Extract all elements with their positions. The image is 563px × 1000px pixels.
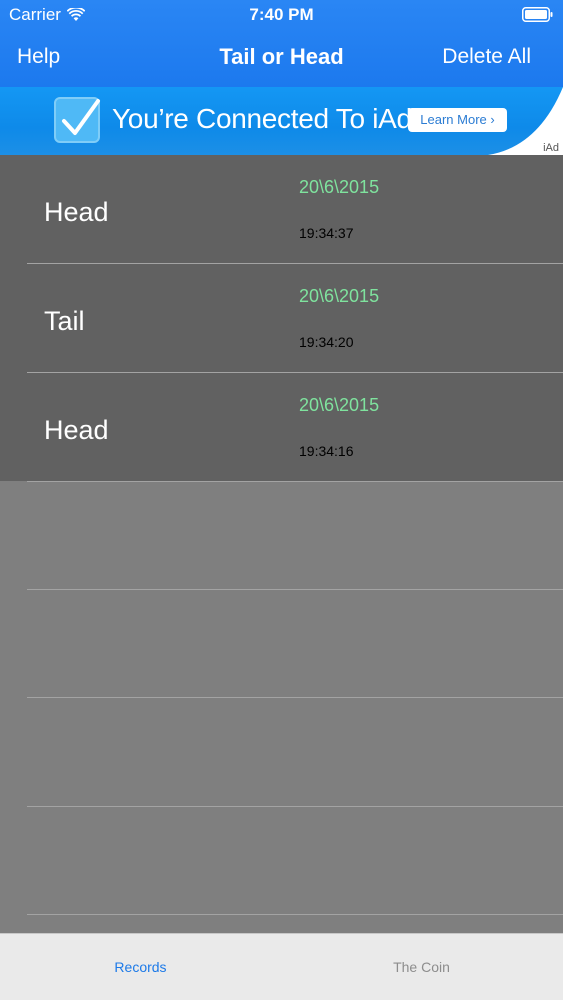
record-result: Head bbox=[44, 415, 109, 445]
record-row[interactable]: Head 20\6\2015 19:34:37 bbox=[0, 155, 563, 264]
iad-badge: iAd bbox=[543, 142, 559, 154]
record-time: 19:34:20 bbox=[299, 334, 354, 350]
iad-banner[interactable]: You’re Connected To iAd Learn More › iAd bbox=[0, 87, 563, 155]
record-date: 20\6\2015 bbox=[299, 395, 380, 415]
empty-row-separator bbox=[27, 914, 563, 915]
battery-icon bbox=[522, 7, 553, 22]
tab-the-coin[interactable]: The Coin bbox=[281, 934, 562, 1000]
checkmark-icon bbox=[54, 97, 100, 143]
ad-headline: You’re Connected To iAd bbox=[112, 103, 412, 134]
record-date: 20\6\2015 bbox=[299, 286, 380, 306]
delete-all-button[interactable]: Delete All bbox=[442, 45, 531, 69]
record-date: 20\6\2015 bbox=[299, 177, 380, 197]
empty-row-separator bbox=[27, 806, 563, 807]
record-time: 19:34:16 bbox=[299, 443, 354, 459]
record-result: Head bbox=[44, 197, 109, 227]
status-bar: Carrier 7:40 PM bbox=[0, 0, 563, 30]
record-time: 19:34:37 bbox=[299, 225, 354, 241]
learn-more-button[interactable]: Learn More › bbox=[408, 108, 507, 132]
row-separator bbox=[27, 481, 563, 482]
navigation-bar: Help Tail or Head Delete All bbox=[0, 30, 563, 87]
empty-row-separator bbox=[27, 697, 563, 698]
tab-records[interactable]: Records bbox=[0, 934, 281, 1000]
records-list: Head 20\6\2015 19:34:37 Tail 20\6\2015 1… bbox=[0, 155, 563, 933]
status-time: 7:40 PM bbox=[249, 5, 314, 24]
record-row[interactable]: Tail 20\6\2015 19:34:20 bbox=[0, 264, 563, 373]
tab-bar: Records The Coin bbox=[0, 933, 563, 1000]
top-bar: Carrier 7:40 PM Help Tail or Head Delete… bbox=[0, 0, 563, 87]
empty-row-separator bbox=[27, 589, 563, 590]
record-row[interactable]: Head 20\6\2015 19:34:16 bbox=[0, 373, 563, 482]
record-result: Tail bbox=[44, 306, 85, 336]
